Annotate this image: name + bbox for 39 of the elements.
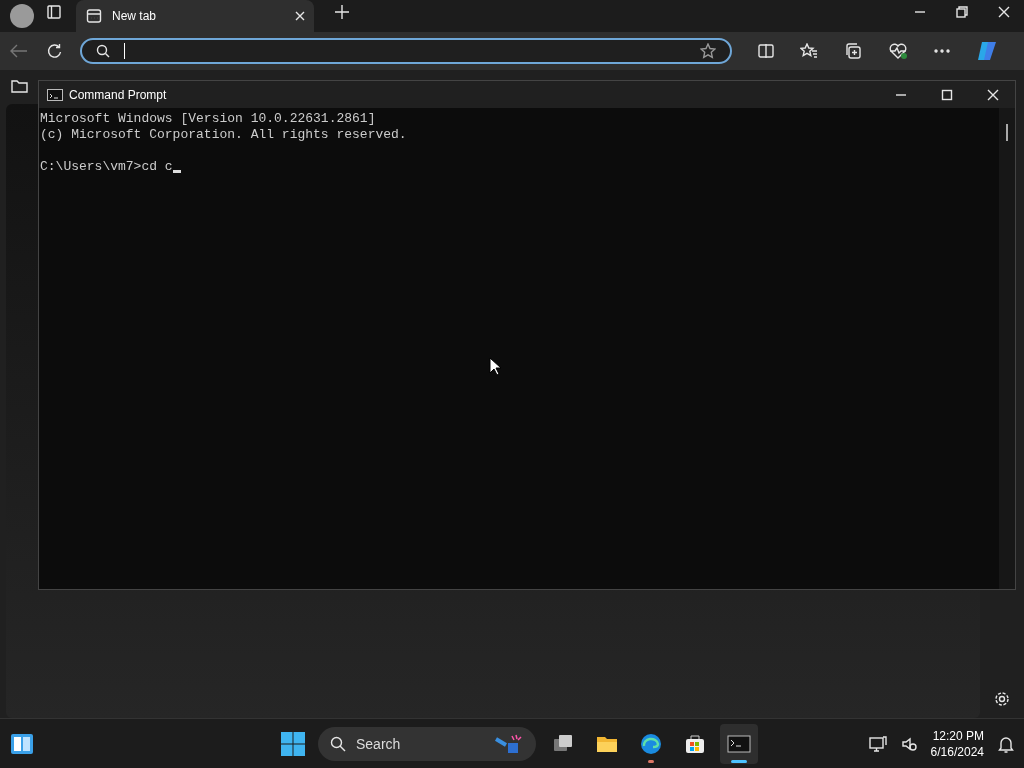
- tab-actions-icon[interactable]: [46, 4, 62, 20]
- close-icon[interactable]: [294, 10, 306, 22]
- profile-avatar[interactable]: [10, 4, 34, 28]
- mouse-cursor-icon: [489, 357, 501, 376]
- notification-bell-icon[interactable]: [998, 734, 1014, 753]
- command-prompt-line: C:\Users\vm7>cd c: [40, 159, 173, 175]
- address-field[interactable]: [80, 38, 732, 64]
- speaker-muted-icon[interactable]: [900, 735, 917, 752]
- console-output-line: (c) Microsoft Corporation. All rights reserved.: [40, 127, 407, 143]
- back-arrow-icon[interactable]: [10, 44, 28, 58]
- widgets-icon[interactable]: [10, 732, 34, 755]
- clock[interactable]: 12:20 PM 6/16/2024: [930, 727, 984, 760]
- scrollbar[interactable]: [999, 108, 1015, 589]
- star-icon[interactable]: [700, 43, 716, 59]
- browser-icon: [639, 731, 663, 756]
- refresh-icon[interactable]: [46, 43, 62, 59]
- split-screen-icon[interactable]: [758, 43, 774, 59]
- monitor-icon[interactable]: [868, 735, 887, 752]
- console-icon: [47, 88, 63, 101]
- maximize-icon[interactable]: [941, 88, 953, 101]
- browser-tab[interactable]: New tab: [76, 0, 314, 32]
- new-tab-icon[interactable]: [334, 4, 350, 20]
- search-icon: [96, 44, 110, 58]
- close-icon[interactable]: [987, 88, 999, 101]
- settings-icon[interactable]: [993, 690, 1011, 708]
- heart-pulse-icon[interactable]: [888, 42, 908, 60]
- page-icon: [86, 8, 102, 24]
- restore-icon[interactable]: [956, 6, 968, 18]
- taskbar-app[interactable]: [720, 723, 758, 764]
- console-output-line: Microsoft Windows [Version 10.0.22631.2861]: [40, 111, 376, 127]
- highlight-art-icon: [494, 732, 524, 755]
- favorites-icon[interactable]: [800, 43, 818, 59]
- close-icon[interactable]: [998, 6, 1010, 18]
- search-field[interactable]: Search: [318, 726, 536, 761]
- search-icon: [330, 735, 346, 752]
- more-icon[interactable]: [934, 49, 950, 53]
- window-title: Command Prompt: [69, 87, 168, 102]
- text-cursor: [172, 170, 181, 173]
- collections-icon[interactable]: [844, 42, 862, 60]
